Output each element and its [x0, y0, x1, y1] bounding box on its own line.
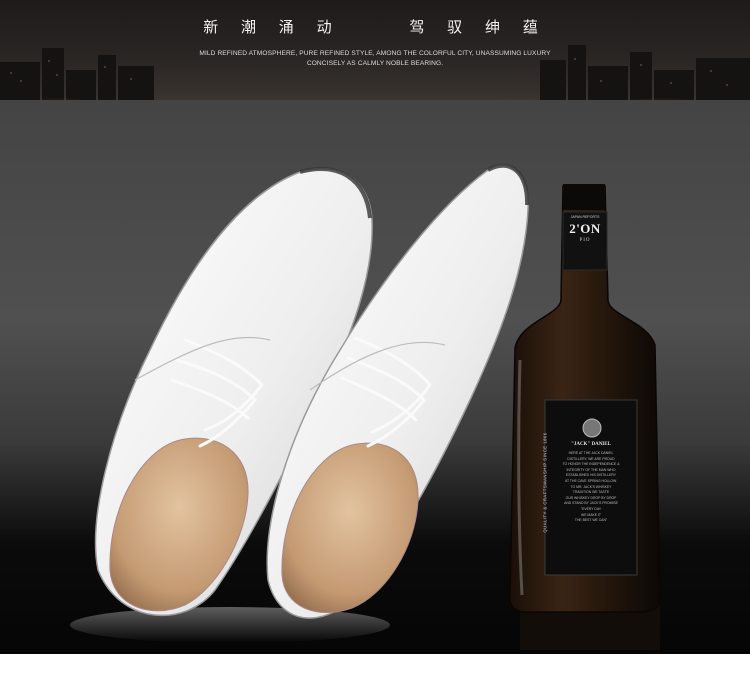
header-banner: 新 潮 涌 动 驾 驭 绅 蕴 MILD REFINED ATMOSPHERE,…: [0, 0, 750, 100]
banner-subtitle-line-2: CONCISELY AS CALMLY NOBLE BEARING.: [306, 60, 444, 67]
product-detail-image: 新 潮 涌 动 驾 驭 绅 蕴 MILD REFINED ATMOSPHERE,…: [0, 0, 750, 689]
product-photo: JAPAN REPORTS 2'ON PIO "JACK" DANIEL HER…: [0, 100, 750, 654]
shoes-and-bottle-scene: [70, 163, 661, 650]
bottle-emblem-icon: [582, 418, 602, 438]
bottle-neck-label-main: 2'ON: [569, 221, 601, 236]
whiskey-bottle: [509, 184, 661, 613]
bottle-label-name: "JACK" DANIEL: [571, 442, 611, 447]
shoe-reflection: [70, 607, 390, 643]
bottle-side-text: QUALITY & CRAFTSMANSHIP SINCE 1866: [542, 432, 548, 533]
bottle-neck-label-sub: PIO: [579, 238, 591, 243]
bottle-label-text: HERE AT THE JACK DANIEL DISTILLERY, WE AR…: [550, 451, 632, 524]
bottle-neck-label-small: JAPAN REPORTS: [570, 215, 600, 219]
banner-title: 新 潮 涌 动 驾 驭 绅 蕴: [203, 18, 547, 36]
bottle-label-line: THE BEST WE CAN": [574, 518, 608, 523]
banner-subtitle-line-1: MILD REFINED ATMOSPHERE, PURE REFINED ST…: [199, 50, 551, 57]
city-lights-glow: [0, 40, 750, 100]
